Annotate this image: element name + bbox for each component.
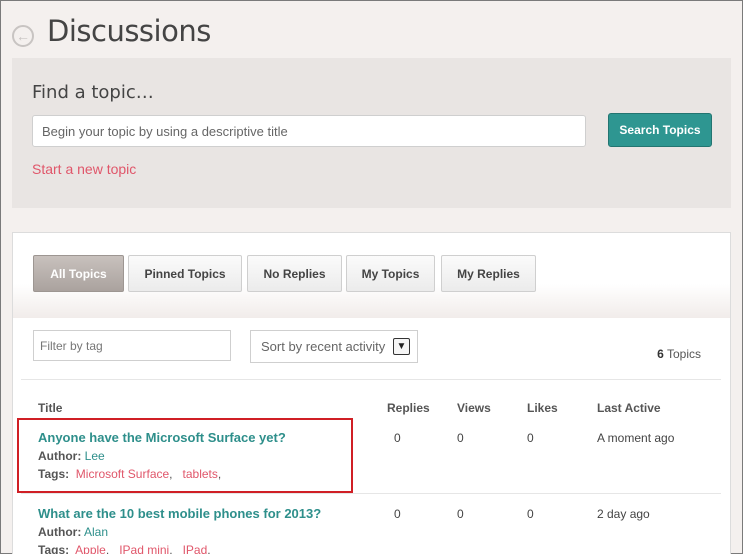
chevron-down-icon[interactable]: ▼ [393, 338, 410, 355]
sort-select[interactable]: Sort by recent activity ▼ [250, 330, 418, 363]
tab-my-topics[interactable]: My Topics [346, 255, 435, 292]
column-title: Title [38, 401, 63, 415]
views-count: 0 [457, 507, 464, 521]
views-count: 0 [457, 431, 464, 445]
tab-all-topics[interactable]: All Topics [33, 255, 124, 292]
replies-count: 0 [394, 507, 401, 521]
back-arrow-icon[interactable]: ← [12, 25, 34, 47]
column-views: Views [457, 401, 491, 415]
search-topics-button[interactable]: Search Topics [608, 113, 712, 147]
highlight-box [17, 418, 353, 493]
topic-author: Author: Alan [38, 525, 108, 539]
tag-link[interactable]: IPad [183, 543, 208, 554]
topic-search-input[interactable] [32, 115, 586, 147]
last-active: 2 day ago [597, 507, 650, 521]
header-divider [21, 379, 721, 380]
column-replies: Replies [387, 401, 430, 415]
start-new-topic-link[interactable]: Start a new topic [32, 161, 136, 177]
likes-count: 0 [527, 507, 534, 521]
tab-no-replies[interactable]: No Replies [247, 255, 342, 292]
author-link[interactable]: Alan [84, 525, 108, 539]
column-likes: Likes [527, 401, 558, 415]
tab-pinned-topics[interactable]: Pinned Topics [128, 255, 242, 292]
replies-count: 0 [394, 431, 401, 445]
tag-link[interactable]: Apple [75, 543, 106, 554]
column-last-active: Last Active [597, 401, 661, 415]
tags-label: Tags: [38, 543, 70, 554]
topics-panel: All Topics Pinned Topics No Replies My T… [12, 232, 731, 554]
find-topic-label: Find a topic… [32, 82, 154, 103]
topic-title-link[interactable]: What are the 10 best mobile phones for 2… [38, 506, 321, 521]
likes-count: 0 [527, 431, 534, 445]
topic-tags: Tags: Apple, IPad mini, IPad, [38, 543, 211, 554]
tag-filter-input[interactable] [33, 330, 231, 361]
page-title: Discussions [47, 14, 211, 48]
topic-count-number: 6 [657, 347, 664, 361]
topic-count: 6 Topics [657, 347, 701, 361]
tab-my-replies[interactable]: My Replies [441, 255, 536, 292]
last-active: A moment ago [597, 431, 675, 445]
sort-select-value: Sort by recent activity [261, 339, 386, 354]
topic-count-label: Topics [666, 347, 701, 361]
find-topic-panel: Find a topic… Search Topics Start a new … [12, 58, 731, 208]
row-divider [21, 493, 721, 494]
tag-link[interactable]: IPad mini [119, 543, 169, 554]
author-label: Author: [38, 525, 82, 539]
